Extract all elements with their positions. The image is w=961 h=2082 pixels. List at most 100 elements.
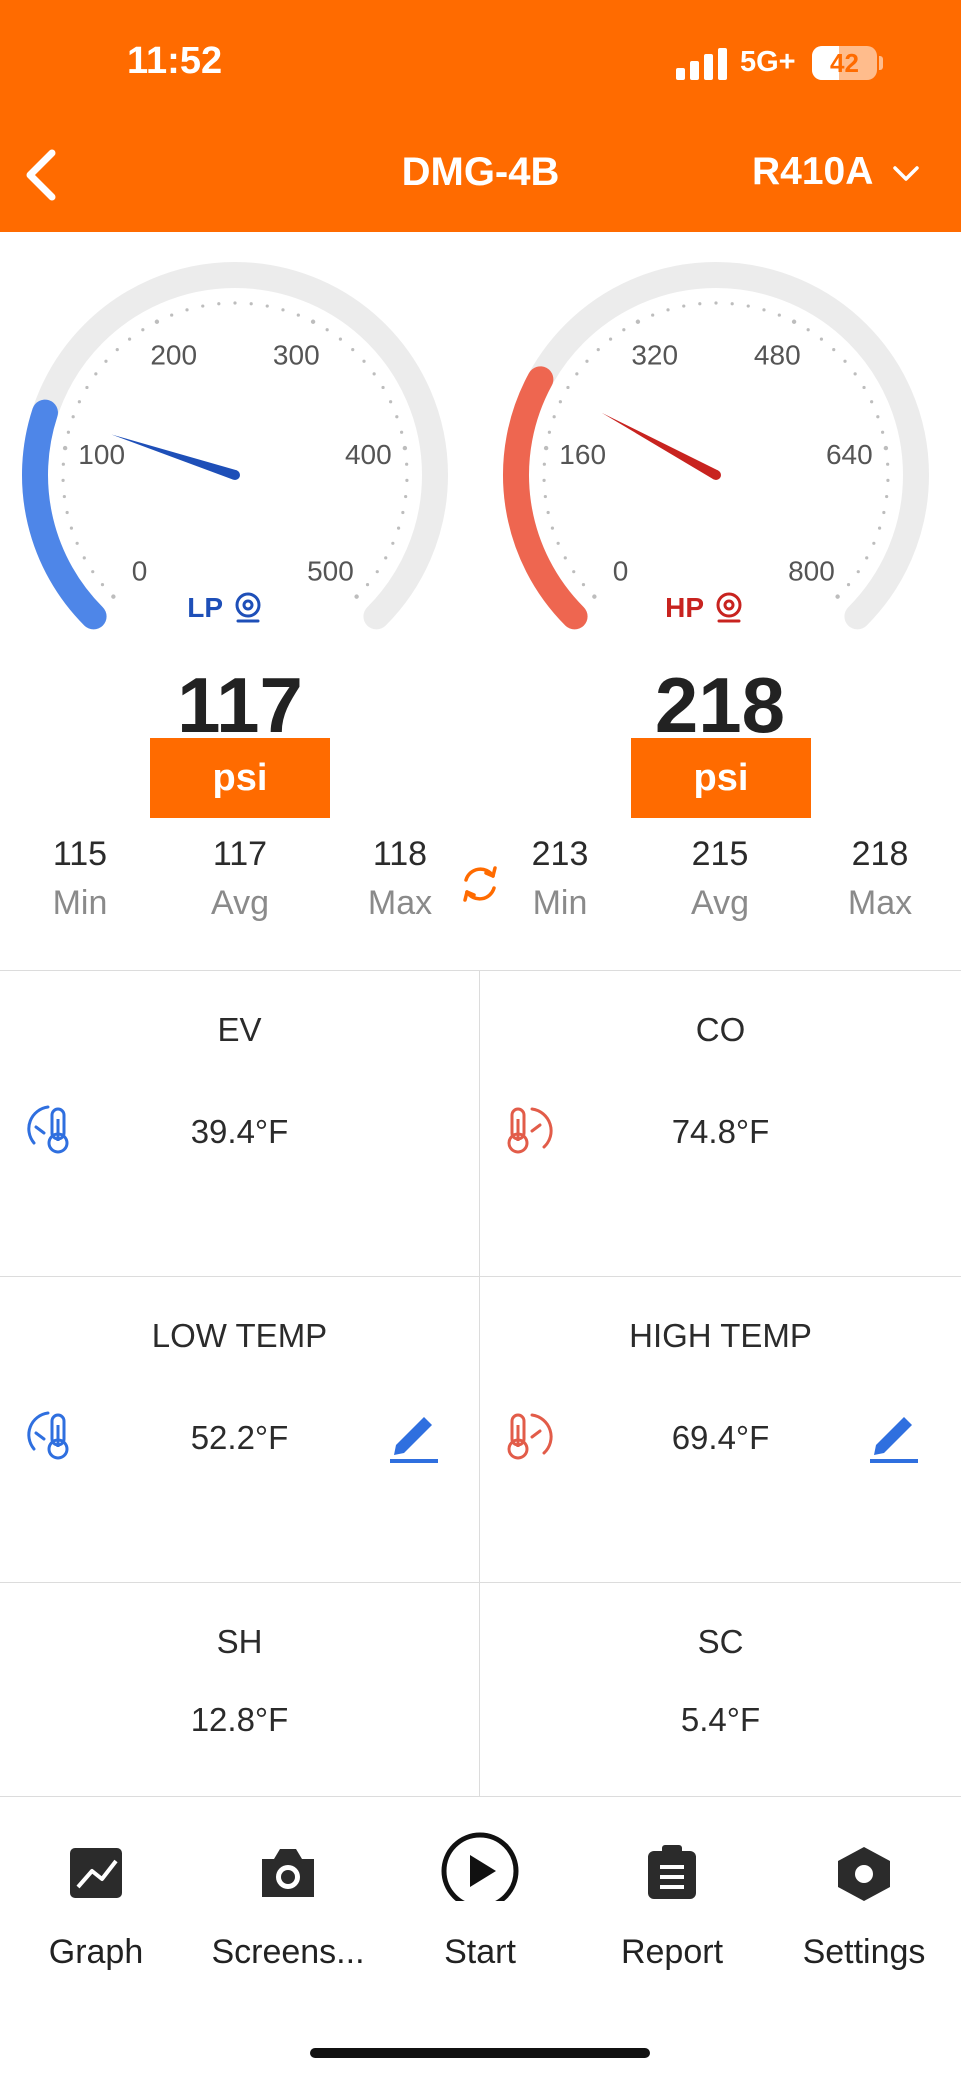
lp-gauge-tick <box>69 526 74 530</box>
hp-gauge-tick-label: 160 <box>559 439 606 470</box>
start-button[interactable]: Start <box>384 1797 576 1987</box>
edit-high-temp-icon[interactable] <box>866 1405 922 1465</box>
hp-gauge-tick <box>552 415 556 419</box>
lp-gauge-tick <box>104 359 108 363</box>
hp-gauge-tick <box>806 328 810 332</box>
lp-gauge-tick <box>82 556 86 560</box>
lp-gauge-tick-label: 500 <box>307 555 354 586</box>
hp-gauge-tick <box>832 348 836 352</box>
high-temp-cell[interactable]: HIGH TEMP 69.4°F <box>479 1276 961 1582</box>
hp-gauge-tick <box>585 359 589 363</box>
hp-gauge-tick <box>581 583 586 587</box>
lp-gauge-tick-label: 100 <box>78 439 125 470</box>
hp-gauge-tick <box>730 302 734 306</box>
sc-value: 5.4°F <box>680 1701 761 1738</box>
hp-gauge-tick <box>550 526 555 530</box>
hp-gauge-tick <box>870 400 874 404</box>
lp-sensor-icon <box>235 592 261 623</box>
sh-value: 12.8°F <box>190 1701 289 1738</box>
reset-stats-icon[interactable] <box>458 862 502 906</box>
edit-low-temp-icon[interactable] <box>386 1405 442 1465</box>
lp-gauge-tick <box>384 556 388 560</box>
lp-gauge-tick <box>62 445 68 451</box>
lp-gauge-tick <box>325 328 329 332</box>
screenshot-button[interactable]: Screens... <box>192 1797 384 1987</box>
hp-gauge-tick <box>558 400 562 404</box>
hp-gauge-tick <box>791 319 797 324</box>
hp-gauge-tick-label: 480 <box>754 340 801 371</box>
hp-gauge-tick <box>877 526 882 530</box>
ev-value: 39.4°F <box>190 1113 289 1150</box>
co-value: 74.8°F <box>671 1113 770 1150</box>
lp-gauge-tick <box>351 348 355 352</box>
ev-title: EV <box>217 1011 262 1048</box>
hp-gauge-tick <box>777 313 781 317</box>
hp-unit-button[interactable]: psi <box>631 738 811 818</box>
hp-avg: 215 Avg <box>691 835 749 922</box>
hp-gauge-tick <box>846 583 851 587</box>
co-cell[interactable]: CO 74.8°F <box>479 970 961 1276</box>
settings-button[interactable]: Settings <box>768 1797 960 1987</box>
hp-gauge-tick <box>886 462 890 466</box>
lp-gauge-tick <box>100 583 105 587</box>
lp-gauge-tick <box>233 301 237 305</box>
lp-gauge-tick <box>372 372 376 376</box>
lp-gauge-tick <box>362 359 366 363</box>
hp-max: 218 Max <box>847 835 913 922</box>
ev-cell[interactable]: EV 39.4°F <box>0 970 479 1276</box>
lp-gauge-tick <box>66 430 71 434</box>
lp-gauge-tick <box>405 462 409 466</box>
hp-gauge-tick <box>575 372 579 376</box>
hp-gauge-tick <box>883 445 889 451</box>
hp-gauge-needle <box>601 412 719 480</box>
network-type: 5G+ <box>740 46 796 78</box>
hp-gauge-tick <box>762 308 766 312</box>
low-temp-title: LOW TEMP <box>151 1317 328 1354</box>
lp-gauge-tick <box>94 372 98 376</box>
clipboard-icon <box>648 1845 696 1899</box>
hp-gauge-tick-label: 0 <box>613 555 629 586</box>
hp-gauge-tick-label: 320 <box>631 340 678 371</box>
hp-min: 213 Min <box>531 835 589 922</box>
lp-gauge-tick <box>395 415 399 419</box>
sc-cell[interactable]: SC 5.4°F <box>479 1582 961 1796</box>
hp-gauge-tick <box>843 359 847 363</box>
hp-gauge-label: HP <box>665 592 704 623</box>
lp-gauge-tick-label: 200 <box>150 340 197 371</box>
hp-gauge-tick <box>853 372 857 376</box>
sh-cell[interactable]: SH 12.8°F <box>0 1582 479 1796</box>
lp-gauge-tick <box>354 594 359 599</box>
lp-gauge-tick <box>391 541 395 545</box>
hp-gauge-tick <box>546 510 550 515</box>
status-time: 11:52 <box>127 40 223 82</box>
hp-gauge-tick <box>682 304 686 308</box>
refrigerant-selector[interactable]: R410A <box>752 150 873 194</box>
camera-icon <box>262 1849 314 1897</box>
co-title: CO <box>695 1011 746 1048</box>
low-temp-cell[interactable]: LOW TEMP 52.2°F <box>0 1276 479 1582</box>
hp-gauge-tick <box>876 415 880 419</box>
lp-gauge-tick <box>381 385 385 390</box>
chevron-down-icon[interactable] <box>892 164 920 184</box>
hp-gauge-tick <box>746 304 750 308</box>
sc-title: SC <box>697 1623 744 1660</box>
graph-button[interactable]: Graph <box>0 1797 192 1987</box>
hp-gauge-tick-label: 640 <box>826 439 873 470</box>
lp-gauge-tick <box>296 313 300 317</box>
lp-gauge-tick <box>77 400 81 404</box>
lp-min: 115 Min <box>52 835 108 922</box>
lp-gauge-tick <box>65 510 69 515</box>
lp-unit-button[interactable]: psi <box>150 738 330 818</box>
report-button[interactable]: Report <box>576 1797 768 1987</box>
battery-level: 42 <box>830 48 859 78</box>
hp-gauge-tick <box>542 478 546 483</box>
hp-sensor-icon <box>716 592 742 623</box>
hp-gauge-tick <box>885 494 889 499</box>
home-indicator <box>310 2048 650 2058</box>
hp-gauge-tick <box>666 308 670 312</box>
lp-gauge-tick <box>310 319 316 324</box>
lp-gauge-hub <box>230 470 240 480</box>
hp-gauge-tick <box>563 556 567 560</box>
hp-gauge-tick <box>556 541 560 545</box>
hp-gauge-tick <box>835 594 840 599</box>
